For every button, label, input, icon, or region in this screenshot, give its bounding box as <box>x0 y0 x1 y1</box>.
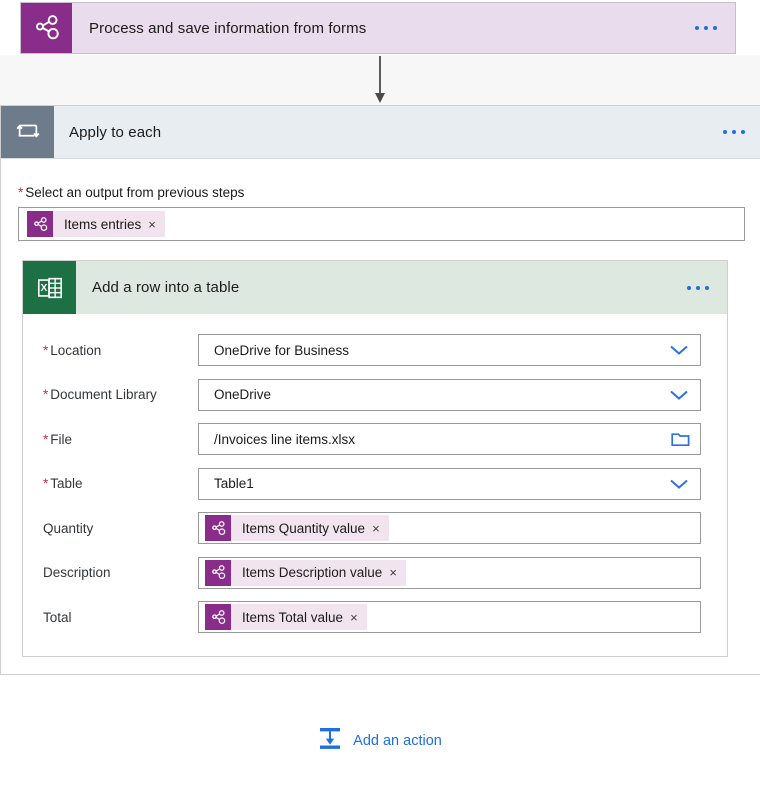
trigger-title: Process and save information from forms <box>89 19 367 37</box>
forms-icon <box>205 559 231 586</box>
chevron-down-icon[interactable] <box>668 477 690 490</box>
field-label-document-library: * Document Library <box>43 387 198 402</box>
scope-body: * Select an output from previous steps It… <box>1 159 760 241</box>
action-fields: * Location OneDrive for Business * Docum… <box>23 314 727 640</box>
svg-text:X: X <box>40 282 47 293</box>
dot <box>695 26 699 30</box>
flow-designer-canvas: Process and save information from forms <box>0 0 760 797</box>
field-control-total: Items Total value × <box>198 601 701 634</box>
loop-icon <box>1 106 54 158</box>
token-input-quantity[interactable]: Items Quantity value × <box>198 512 701 545</box>
scope-more-options-button[interactable] <box>723 130 760 134</box>
dot <box>732 130 736 134</box>
field-label-file: * File <box>43 432 198 447</box>
field-row-document-library: * Document Library OneDrive <box>23 373 727 418</box>
forms-icon <box>27 211 53 237</box>
forms-icon <box>205 604 231 631</box>
dropdown-table[interactable]: Table1 <box>198 467 701 500</box>
field-row-file: * File /Invoices line items.xlsx <box>23 417 727 462</box>
connector-arrow-icon <box>375 56 385 103</box>
add-an-action-button[interactable]: Add an action <box>0 726 760 756</box>
token-remove-icon[interactable]: × <box>350 611 367 624</box>
action-header[interactable]: X Add a row into a table <box>23 261 727 314</box>
field-row-quantity: Quantity Items Quantity value × <box>23 506 727 551</box>
field-control-file: /Invoices line items.xlsx <box>198 423 701 456</box>
dot <box>741 130 745 134</box>
required-asterisk: * <box>43 431 49 447</box>
field-control-description: Items Description value × <box>198 556 701 589</box>
scope-card-apply-to-each: Apply to each * Select an output from pre… <box>0 105 760 675</box>
token-remove-icon[interactable]: × <box>148 218 165 231</box>
token-label: Items Description value <box>242 565 383 581</box>
dropdown-location[interactable]: OneDrive for Business <box>198 334 701 367</box>
field-control-location: OneDrive for Business <box>198 334 701 367</box>
token-label: Items Total value <box>242 609 344 625</box>
dot <box>704 26 708 30</box>
field-row-table: * Table Table1 <box>23 462 727 507</box>
forms-icon <box>21 3 72 53</box>
field-control-table: Table1 <box>198 467 701 500</box>
field-control-quantity: Items Quantity value × <box>198 512 701 545</box>
add-an-action-label: Add an action <box>353 733 442 749</box>
action-title: Add a row into a table <box>92 279 240 296</box>
token-items-entries[interactable]: Items entries × <box>27 211 165 237</box>
folder-icon[interactable] <box>671 431 690 447</box>
field-label-table: * Table <box>43 476 198 491</box>
field-row-location: * Location OneDrive for Business <box>23 328 727 373</box>
scope-input-label: * Select an output from previous steps <box>18 185 745 200</box>
required-asterisk: * <box>43 387 49 403</box>
field-label-text: Document Library <box>50 387 157 403</box>
dot <box>687 285 691 290</box>
chevron-down-icon[interactable] <box>668 388 690 401</box>
forms-icon <box>205 515 231 542</box>
dropdown-value: Table1 <box>214 476 254 492</box>
dropdown-value: OneDrive <box>214 387 272 403</box>
token-items-quantity-value[interactable]: Items Quantity value × <box>205 515 389 542</box>
field-label-text: File <box>50 431 73 447</box>
required-asterisk: * <box>43 476 49 492</box>
field-label-text: Location <box>50 342 102 358</box>
trigger-more-options-button[interactable] <box>695 26 735 30</box>
token-items-description-value[interactable]: Items Description value × <box>205 559 406 586</box>
token-remove-icon[interactable]: × <box>389 566 406 579</box>
token-input-total[interactable]: Items Total value × <box>198 601 701 634</box>
field-label-text: Table <box>50 476 83 492</box>
field-label-quantity: Quantity <box>43 520 94 536</box>
scope-input-label-text: Select an output from previous steps <box>25 185 245 200</box>
token-label: Items entries <box>64 216 142 232</box>
field-control-document-library: OneDrive <box>198 378 701 411</box>
field-label-description: Description <box>43 565 111 581</box>
required-asterisk: * <box>43 342 49 358</box>
required-asterisk: * <box>18 185 24 200</box>
action-more-options-button[interactable] <box>687 285 727 290</box>
dropdown-document-library[interactable]: OneDrive <box>198 378 701 411</box>
scope-header[interactable]: Apply to each <box>1 106 760 159</box>
dot <box>696 285 700 290</box>
dot <box>723 130 727 134</box>
dot <box>713 26 717 30</box>
action-card-add-a-row-into-a-table: X Add a row into a table * Location OneD… <box>22 260 728 657</box>
insert-action-icon <box>318 726 342 756</box>
token-label: Items Quantity value <box>242 520 366 536</box>
scope-input-select-output[interactable]: Items entries × <box>18 207 745 241</box>
excel-icon: X <box>23 261 76 314</box>
scope-title: Apply to each <box>69 123 162 141</box>
dropdown-value: OneDrive for Business <box>214 342 350 358</box>
chevron-down-icon[interactable] <box>668 344 690 357</box>
dot <box>705 285 709 290</box>
token-input-description[interactable]: Items Description value × <box>198 556 701 589</box>
trigger-card-process-and-save-information-from-forms[interactable]: Process and save information from forms <box>20 2 736 54</box>
token-remove-icon[interactable]: × <box>372 522 389 535</box>
token-items-total-value[interactable]: Items Total value × <box>205 604 367 631</box>
field-row-description: Description Items Description value × <box>23 551 727 596</box>
field-row-total: Total Items Total value × <box>23 595 727 640</box>
field-label-location: * Location <box>43 343 198 358</box>
file-value: /Invoices line items.xlsx <box>214 431 356 447</box>
field-label-total: Total <box>43 609 72 625</box>
file-picker-file[interactable]: /Invoices line items.xlsx <box>198 423 701 456</box>
